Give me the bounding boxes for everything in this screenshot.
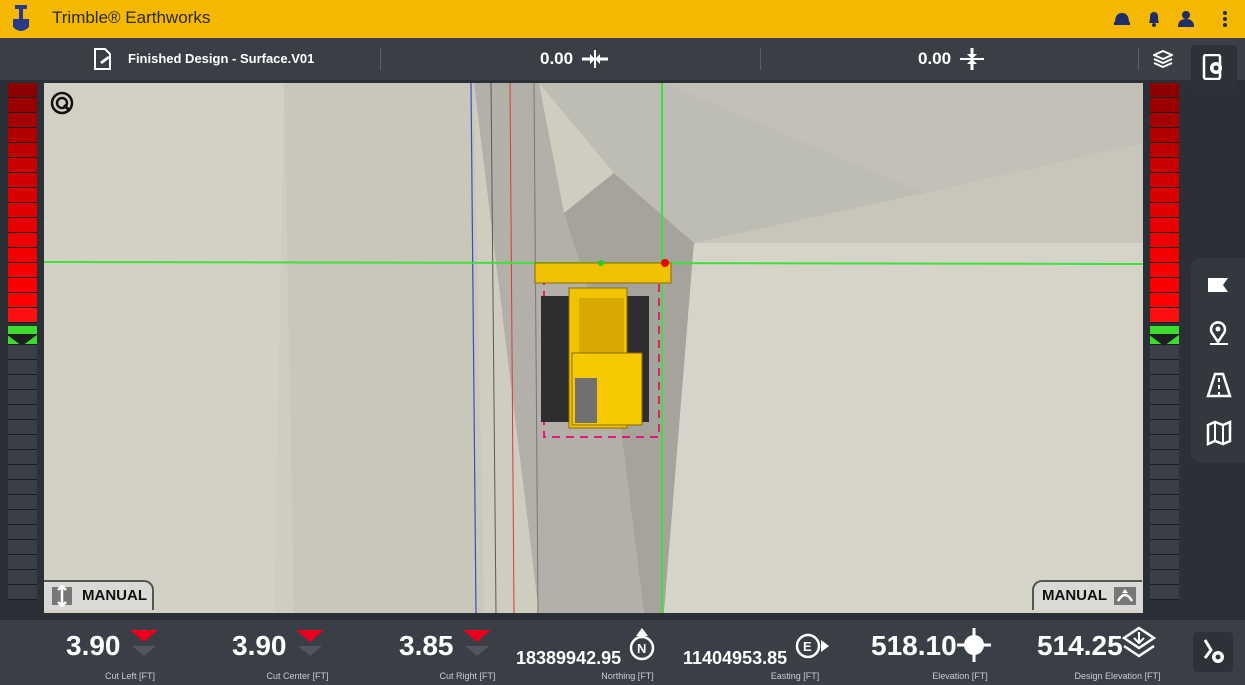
horizontal-offset-value[interactable]: 0.00: [540, 49, 573, 69]
cut-right-value[interactable]: 3.85: [399, 630, 454, 662]
elevation-label: Elevation [FT]: [932, 671, 988, 681]
device-settings-button[interactable]: [1191, 45, 1237, 89]
design-name[interactable]: Finished Design - Surface.V01: [128, 51, 314, 66]
terrain-scene: [44, 83, 1143, 613]
cut-right-label: Cut Right [FT]: [439, 671, 496, 681]
cut-center-label: Cut Center [FT]: [266, 671, 329, 681]
app-title: Trimble® Earthworks: [52, 8, 211, 27]
easting-label: Easting [FT]: [770, 671, 820, 681]
svg-text:E: E: [803, 639, 812, 654]
northing-compass-icon: N: [629, 628, 655, 661]
map-pin-icon: [1209, 321, 1228, 345]
shovel-logo-icon: [13, 5, 29, 31]
easting-compass-icon: E: [795, 633, 829, 659]
left-mode-label: MANUAL: [82, 587, 147, 604]
easting-value[interactable]: 11404953.85: [683, 648, 787, 669]
right-lightbar: [1147, 83, 1182, 613]
design-file-icon[interactable]: [92, 48, 114, 70]
helmet-icon[interactable]: [1114, 12, 1130, 26]
vertical-offset-value[interactable]: 0.00: [918, 49, 951, 69]
locate-target-button[interactable]: [50, 91, 74, 115]
elevation-crosshair-icon: [957, 628, 991, 662]
map-viewport[interactable]: MANUAL MANUAL: [44, 83, 1143, 613]
road-icon: [1206, 372, 1232, 398]
divider: [380, 48, 381, 70]
tilt-icon: [1114, 587, 1136, 605]
view-flag-icon: [1208, 278, 1228, 292]
lift-arrows-icon: [52, 585, 72, 607]
view-mode-button[interactable]: [1205, 274, 1233, 302]
on-grade-indicator-icon: [1148, 334, 1180, 346]
left-manual-mode-button[interactable]: MANUAL: [44, 580, 154, 610]
target-icon: [50, 91, 74, 115]
divider: [1138, 48, 1139, 70]
horizontal-offset-icon: [582, 50, 608, 68]
machine-settings-icon: [1203, 639, 1224, 663]
left-lightbar: [5, 83, 40, 613]
right-mode-label: MANUAL: [1042, 587, 1107, 604]
cut-down-arrow-icon: [296, 630, 324, 656]
map-button[interactable]: [1205, 420, 1233, 448]
cut-center-value[interactable]: 3.90: [232, 630, 287, 662]
info-bar: Finished Design - Surface.V01 0.00 0.00: [0, 38, 1245, 80]
cut-down-arrow-icon: [130, 630, 158, 656]
road-button[interactable]: [1205, 372, 1233, 400]
elevation-value[interactable]: 518.10: [871, 630, 957, 662]
design-elevation-label: Design Elevation [FT]: [1074, 671, 1161, 681]
right-manual-mode-button[interactable]: MANUAL: [1032, 580, 1142, 610]
right-side-nav: [1191, 258, 1245, 463]
northing-label: Northing [FT]: [601, 671, 654, 681]
machine-settings-button[interactable]: [1193, 632, 1233, 672]
cut-down-arrow-icon: [463, 630, 491, 656]
location-button[interactable]: [1205, 320, 1233, 348]
vertical-offset-icon: [960, 48, 984, 70]
layers-icon[interactable]: [1153, 50, 1173, 68]
bottom-status-bar: 3.90 Cut Left [FT] 3.90 Cut Center [FT] …: [0, 620, 1245, 685]
cut-left-label: Cut Left [FT]: [104, 671, 155, 681]
svg-text:N: N: [637, 641, 646, 656]
person-icon[interactable]: [1177, 10, 1195, 28]
design-elevation-value[interactable]: 514.25: [1037, 630, 1123, 662]
map-book-icon: [1206, 420, 1232, 446]
top-bar: Trimble® Earthworks: [0, 0, 1245, 38]
cut-left-value[interactable]: 3.90: [66, 630, 121, 662]
northing-value[interactable]: 18389942.95: [516, 648, 621, 669]
divider: [760, 48, 761, 70]
device-settings-icon: [1202, 54, 1222, 80]
kebab-menu-icon[interactable]: [1222, 10, 1228, 28]
design-elevation-icon: [1122, 626, 1156, 658]
bell-icon[interactable]: [1147, 11, 1161, 27]
on-grade-indicator-icon: [6, 334, 38, 346]
